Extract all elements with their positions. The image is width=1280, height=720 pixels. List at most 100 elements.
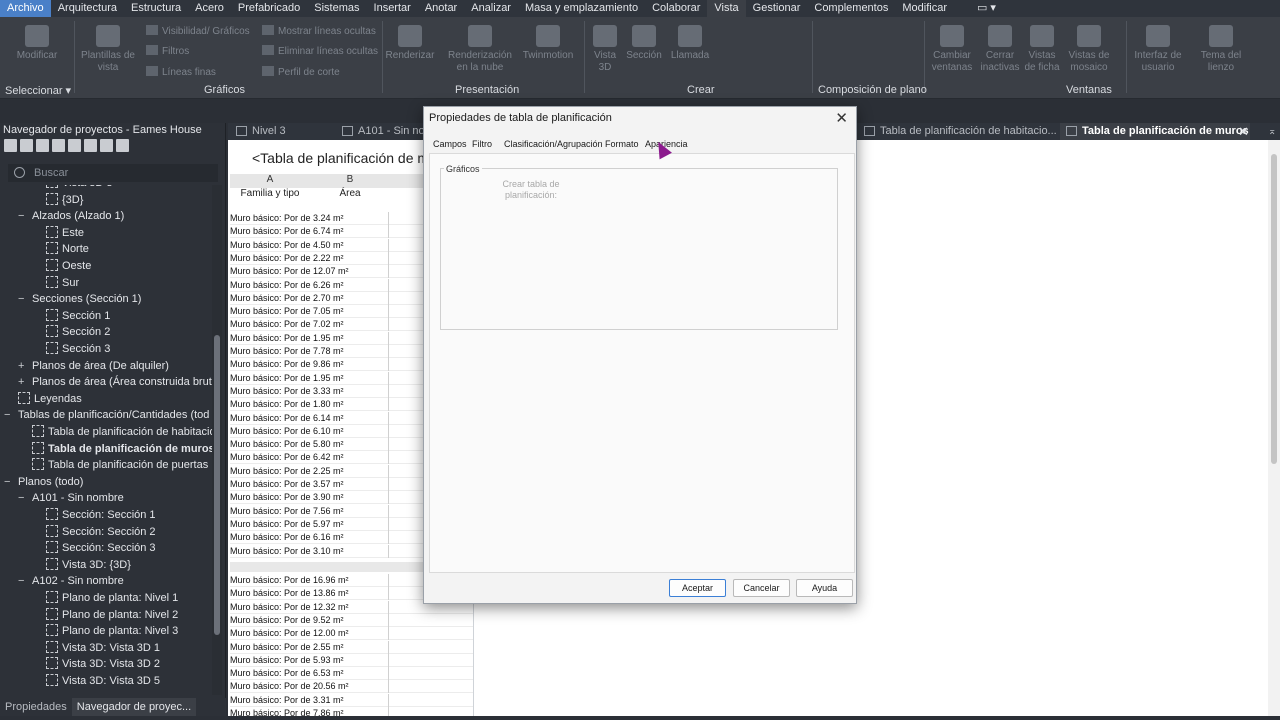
perfil-corte-button[interactable]: Perfil de corte bbox=[262, 66, 340, 78]
tree-item[interactable]: Vista 3D: Vista 3D 2 bbox=[46, 656, 160, 672]
tree-item[interactable]: {3D} bbox=[46, 192, 83, 208]
scroll-thumb[interactable] bbox=[1271, 154, 1277, 464]
cambiar-ventanas-button[interactable]: Cambiar ventanas bbox=[928, 25, 976, 74]
vista3d-button[interactable]: Vista 3D bbox=[588, 25, 622, 74]
table-row[interactable]: Muro básico: Por de 2.55 m² bbox=[230, 640, 473, 654]
tree-item[interactable]: + Planos de área (De alquiler) bbox=[18, 358, 169, 374]
tree-item[interactable]: Vista 3D: Vista 3D 1 bbox=[46, 640, 160, 656]
expand-icon[interactable]: + bbox=[18, 374, 28, 390]
tab-campos[interactable]: Campos bbox=[433, 139, 467, 149]
close-icon[interactable]: ✕ bbox=[835, 109, 848, 127]
tree-item[interactable]: Sección 3 bbox=[46, 341, 110, 357]
seleccionar-dropdown[interactable]: Seleccionar ▾ bbox=[5, 84, 71, 97]
twinmotion-button[interactable]: Twinmotion bbox=[520, 25, 576, 62]
vistas-ficha-button[interactable]: Vistas de ficha bbox=[1022, 25, 1062, 74]
tree-item[interactable]: Sur bbox=[46, 275, 79, 291]
menu-item[interactable]: Vista bbox=[707, 0, 746, 17]
tree-item[interactable]: Vista 3D: {3D} bbox=[46, 557, 131, 573]
eliminar-ocultas-button[interactable]: Eliminar líneas ocultas bbox=[262, 45, 378, 57]
cancelar-button[interactable]: Cancelar bbox=[733, 579, 790, 597]
link-icon[interactable] bbox=[116, 139, 129, 152]
tree-item[interactable]: − A102 - Sin nombre bbox=[18, 573, 124, 589]
table-row[interactable]: Muro básico: Por de 6.53 m² bbox=[230, 667, 473, 681]
collapse-icon[interactable]: − bbox=[4, 474, 14, 490]
menu-item[interactable]: Sistemas bbox=[307, 0, 366, 17]
tree-item[interactable]: Vista 3D 3 bbox=[46, 185, 113, 191]
collapse-icon[interactable]: − bbox=[18, 291, 28, 307]
table-row[interactable]: Muro básico: Por de 3.31 m² bbox=[230, 693, 473, 707]
ayuda-button[interactable]: Ayuda bbox=[796, 579, 853, 597]
menu-item[interactable]: Masa y emplazamiento bbox=[518, 0, 645, 17]
seccion-button[interactable]: Sección bbox=[624, 25, 664, 62]
canvas-scrollbar[interactable] bbox=[1268, 140, 1280, 716]
tab-propiedades[interactable]: Propiedades bbox=[0, 698, 72, 716]
render-nube-button[interactable]: Renderización en la nube bbox=[445, 25, 515, 74]
tree-item[interactable]: Plano de planta: Nivel 3 bbox=[46, 623, 178, 639]
col-letter-a[interactable]: A bbox=[230, 174, 310, 185]
tree-item[interactable]: − Alzados (Alzado 1) bbox=[18, 208, 124, 224]
tab-navegador[interactable]: Navegador de proyec... bbox=[71, 698, 197, 716]
plantillas-button[interactable]: Plantillas de vista bbox=[78, 25, 138, 74]
menu-item[interactable]: Colaborar bbox=[645, 0, 707, 17]
menu-item[interactable]: Complementos bbox=[807, 0, 895, 17]
tree-item[interactable]: Tabla de planificación de habitaciones bbox=[32, 424, 212, 440]
menu-item[interactable]: Modificar bbox=[895, 0, 954, 17]
tree-item[interactable]: Plano de planta: Nivel 1 bbox=[46, 590, 178, 606]
tree-item[interactable]: + Planos de área (Área construida bruta) bbox=[18, 374, 212, 390]
table-row[interactable]: Muro básico: Por de 5.93 m² bbox=[230, 653, 473, 667]
tree-item[interactable]: Sección: Sección 2 bbox=[46, 524, 156, 540]
tree-item[interactable]: Norte bbox=[46, 241, 89, 257]
renderizar-button[interactable]: Renderizar bbox=[385, 25, 435, 62]
browser-search-input[interactable]: Buscar bbox=[8, 164, 218, 182]
tab-habitaciones[interactable]: Tabla de planificación de habitacio... bbox=[858, 123, 1058, 140]
aceptar-button[interactable]: Aceptar bbox=[669, 579, 726, 597]
tree-item[interactable]: − Tablas de planificación/Cantidades (tod bbox=[4, 407, 209, 423]
tree-item[interactable]: Tabla de planificación de puertas bbox=[32, 457, 208, 473]
menu-item[interactable]: Estructura bbox=[124, 0, 188, 17]
tree-item[interactable]: Este bbox=[46, 225, 84, 241]
3d-view-icon[interactable] bbox=[20, 139, 33, 152]
tab-filtro[interactable]: Filtro bbox=[472, 139, 492, 149]
tema-lienzo-button[interactable]: Tema del lienzo bbox=[1192, 25, 1250, 74]
menu-item[interactable]: Prefabricado bbox=[231, 0, 307, 17]
tree-item[interactable]: Oeste bbox=[46, 258, 91, 274]
cerrar-inactivas-button[interactable]: Cerrar inactivas bbox=[978, 25, 1022, 74]
tree-item[interactable]: Sección: Sección 1 bbox=[46, 507, 156, 523]
llamada-button[interactable]: Llamada bbox=[667, 25, 713, 62]
col-letter-b[interactable]: B bbox=[310, 174, 390, 185]
extra-menu-icon[interactable]: ▭ ▾ bbox=[970, 0, 1003, 17]
menu-item[interactable]: Arquitectura bbox=[51, 0, 124, 17]
menu-item[interactable]: Gestionar bbox=[746, 0, 808, 17]
expand-icon[interactable]: + bbox=[18, 358, 28, 374]
tree-item[interactable]: − A101 - Sin nombre bbox=[18, 490, 124, 506]
save-icon[interactable] bbox=[100, 139, 113, 152]
filtros-button[interactable]: Filtros bbox=[146, 45, 189, 57]
schedule-icon[interactable] bbox=[36, 139, 49, 152]
mostrar-ocultas-button[interactable]: Mostrar líneas ocultas bbox=[262, 25, 376, 37]
tree-item[interactable]: Sección: Sección 3 bbox=[46, 540, 156, 556]
menu-item[interactable]: Anotar bbox=[418, 0, 464, 17]
vistas-mosaico-button[interactable]: Vistas de mosaico bbox=[1062, 25, 1116, 74]
menu-item[interactable]: Insertar bbox=[367, 0, 418, 17]
tab-nivel-3[interactable]: Nivel 3 bbox=[230, 123, 350, 140]
menu-item[interactable]: Analizar bbox=[464, 0, 518, 17]
home-icon[interactable] bbox=[4, 139, 17, 152]
sheet-icon[interactable] bbox=[68, 139, 81, 152]
table-row[interactable]: Muro básico: Por de 12.00 m² bbox=[230, 627, 473, 641]
col-head-area[interactable]: Área bbox=[310, 188, 390, 199]
modificar-button[interactable]: Modificar bbox=[10, 25, 64, 62]
menu-item[interactable]: Archivo bbox=[0, 0, 51, 17]
lineas-finas-button[interactable]: Líneas finas bbox=[146, 66, 216, 78]
tree-item[interactable]: Vista 3D: Vista 3D 5 bbox=[46, 673, 160, 689]
tree-item[interactable]: Leyendas bbox=[18, 391, 82, 407]
collapse-icon[interactable]: − bbox=[18, 490, 28, 506]
interfaz-usuario-button[interactable]: Interfaz de usuario bbox=[1130, 25, 1186, 74]
tree-item[interactable]: − Secciones (Sección 1) bbox=[18, 291, 141, 307]
tab-clasificacion[interactable]: Clasificación/Agrupación bbox=[504, 139, 603, 149]
close-hidden-icon[interactable] bbox=[84, 139, 97, 152]
tree-item[interactable]: Plano de planta: Nivel 2 bbox=[46, 607, 178, 623]
collapse-icon[interactable]: − bbox=[18, 573, 28, 589]
tab-formato[interactable]: Formato bbox=[605, 139, 639, 149]
tree-item[interactable]: Sección 2 bbox=[46, 324, 110, 340]
table-icon[interactable] bbox=[52, 139, 65, 152]
